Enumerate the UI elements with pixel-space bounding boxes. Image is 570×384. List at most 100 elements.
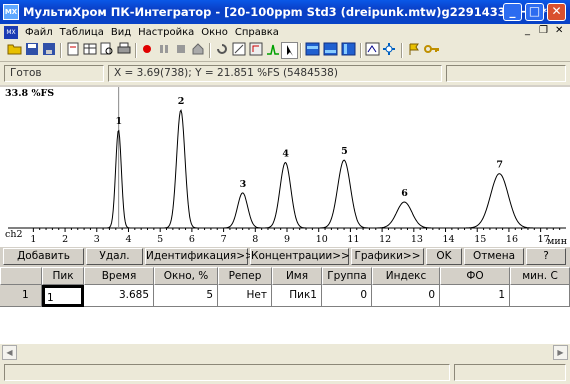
toolbar-separator: [300, 43, 302, 58]
mdi-minimize-button[interactable]: _: [525, 25, 530, 36]
mdi-close-button[interactable]: ✕: [555, 25, 563, 36]
table-cell-name[interactable]: Пик1: [272, 285, 322, 307]
peak-marker-icon[interactable]: [381, 42, 398, 59]
table-cell-window[interactable]: 5: [154, 285, 218, 307]
col-header-peak[interactable]: Пик: [42, 267, 84, 285]
scroll-right-icon[interactable]: ▶: [553, 345, 568, 360]
help-button[interactable]: ?: [526, 248, 566, 265]
col-header-min-c[interactable]: мин. С: [510, 267, 570, 285]
chromatogram-plot[interactable]: 33.8 %FS ch2 мин 1 2 3 4 5 6 7 8 9 10 11 12 13 14 15 16…: [0, 87, 570, 247]
ok-button[interactable]: OK: [426, 248, 462, 265]
document-icon[interactable]: [64, 42, 81, 59]
scale-icon[interactable]: [230, 42, 247, 59]
mdi-restore-button[interactable]: ❐: [539, 25, 548, 36]
col-header-index[interactable]: Индекс: [372, 267, 440, 285]
title-bar: MX МультиХром ПК-Интегратор - [20-100ppm…: [0, 0, 570, 24]
peak-label: 6: [401, 188, 408, 199]
cursor-readout: X = 3.69(738); Y = 21.851 %FS (5484538): [108, 65, 442, 82]
stop-icon[interactable]: [172, 42, 189, 59]
menu-window[interactable]: Окно: [201, 27, 228, 38]
col-header-fo[interactable]: ФО: [440, 267, 510, 285]
peak-label: 2: [178, 96, 185, 107]
window-title: МультиХром ПК-Интегратор - [20-100ppm St…: [23, 5, 553, 19]
table-cell-peak[interactable]: 1: [42, 285, 84, 307]
chromatogram-chart[interactable]: 33.8 %FS ch2 мин 1 2 3 4 5 6 7 8 9 10 11 12 13 14 15 16…: [0, 87, 570, 247]
scroll-left-icon[interactable]: ◀: [2, 345, 17, 360]
table-cell-reference[interactable]: Нет: [218, 285, 272, 307]
menu-view[interactable]: Вид: [111, 27, 131, 38]
x-tick-label: 3: [94, 234, 100, 245]
toolbar-separator: [209, 43, 211, 58]
x-tick-label: 17: [538, 234, 550, 245]
maximize-button[interactable]: □: [525, 3, 544, 21]
graphs-button[interactable]: Графики>>: [351, 248, 424, 265]
add-button[interactable]: Добавить: [3, 248, 84, 265]
row-header-corner: [0, 267, 42, 285]
concentrations-button[interactable]: Концентрации>>: [250, 248, 350, 265]
x-tick-label: 9: [284, 234, 290, 245]
minimize-button[interactable]: _: [503, 3, 522, 21]
col-header-name[interactable]: Имя: [272, 267, 322, 285]
menu-file[interactable]: Файл: [25, 27, 53, 38]
bottom-status-extra: [454, 364, 566, 381]
menu-table[interactable]: Таблица: [60, 27, 104, 38]
peak-label: 1: [115, 116, 122, 127]
open-folder-icon[interactable]: [6, 42, 23, 59]
grid-select-icon[interactable]: [364, 42, 381, 59]
col-header-group[interactable]: Группа: [322, 267, 372, 285]
x-tick-label: 10: [316, 234, 328, 245]
menu-bar: MX Файл Таблица Вид Настройка Окно Справ…: [0, 24, 570, 40]
table-cell-group[interactable]: 0: [322, 285, 372, 307]
peak-label: 5: [341, 146, 348, 157]
flag-icon[interactable]: [405, 42, 422, 59]
table-icon[interactable]: [81, 42, 98, 59]
refresh-icon[interactable]: [213, 42, 230, 59]
table-cell-fo[interactable]: 1: [440, 285, 510, 307]
table-cell-time[interactable]: 3.685: [84, 285, 154, 307]
pause-icon[interactable]: [155, 42, 172, 59]
x-axis-unit: мин: [547, 236, 567, 247]
cancel-button[interactable]: Отмена: [464, 248, 524, 265]
layout-3-icon[interactable]: [340, 42, 357, 59]
print-icon[interactable]: [115, 42, 132, 59]
key-icon[interactable]: [423, 42, 440, 59]
record-icon[interactable]: [138, 42, 155, 59]
x-tick-label: 15: [474, 234, 486, 245]
status-state: Готов: [4, 65, 104, 82]
table-cell-index[interactable]: 0: [372, 285, 440, 307]
cursor-icon[interactable]: [281, 42, 298, 59]
col-header-reference[interactable]: Репер: [218, 267, 272, 285]
menu-settings[interactable]: Настройка: [138, 27, 194, 38]
toolbar-separator: [60, 43, 62, 58]
status-bar: Готов X = 3.69(738); Y = 21.851 %FS (548…: [0, 62, 570, 85]
table-cell-min-c[interactable]: [510, 285, 570, 307]
horizontal-scrollbar[interactable]: ◀ ▶: [0, 344, 570, 361]
peak-label: 7: [496, 160, 503, 171]
document-icon[interactable]: MX: [4, 25, 18, 39]
peak-label: 4: [282, 148, 289, 159]
identification-button[interactable]: Идентификация>>: [145, 248, 254, 265]
row-header[interactable]: 1: [0, 285, 42, 307]
channel-label: ch2: [5, 229, 22, 240]
x-tick-label: 6: [189, 234, 195, 245]
delete-button[interactable]: Удал.: [86, 248, 143, 265]
toolbar: [0, 40, 570, 62]
col-header-window[interactable]: Окно, %: [154, 267, 218, 285]
button-bar: Добавить Удал. Идентификация>> Концентра…: [0, 247, 570, 267]
x-tick-label: 1: [30, 234, 36, 245]
app-icon: MX: [3, 4, 19, 20]
close-button[interactable]: ✕: [547, 3, 566, 21]
zoom-icon[interactable]: [247, 42, 264, 59]
x-tick-label: 11: [347, 234, 359, 245]
search-document-icon[interactable]: [98, 42, 115, 59]
save-icon[interactable]: [23, 42, 40, 59]
col-header-time[interactable]: Время: [84, 267, 154, 285]
x-tick-label: 14: [443, 234, 455, 245]
peak-icon[interactable]: [264, 42, 281, 59]
save-as-icon[interactable]: [40, 42, 57, 59]
x-tick-label: 7: [221, 234, 227, 245]
layout-2-icon[interactable]: [322, 42, 339, 59]
layout-1-icon[interactable]: [304, 42, 321, 59]
home-icon[interactable]: [189, 42, 206, 59]
menu-help[interactable]: Справка: [235, 27, 279, 38]
